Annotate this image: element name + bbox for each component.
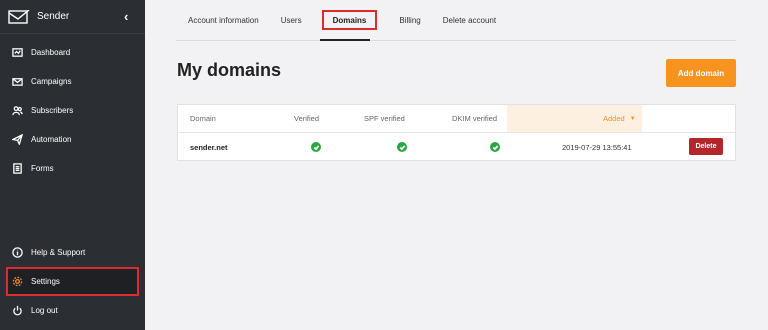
sort-desc-icon: ▼ [629,115,636,122]
page-title: My domains [177,60,282,80]
sidebar-item-label: Campaigns [31,77,72,86]
verified-cell [311,133,321,161]
sidebar-item-label: Dashboard [31,48,71,57]
table-header: Domain Verified SPF verified DKIM verifi… [178,105,735,133]
sidebar-item-help[interactable]: Help & Support [0,238,145,267]
table-row: sender.net 2019-07-29 13:55:41 Delete [178,133,735,161]
column-header-verified[interactable]: Verified [294,105,319,132]
info-icon [11,247,23,259]
domains-table: Domain Verified SPF verified DKIM verifi… [177,104,736,161]
sidebar-item-settings[interactable]: Settings [6,267,139,296]
sidebar-item-label: Log out [31,306,58,315]
sidebar-item-forms[interactable]: Forms [0,154,145,183]
tab-billing[interactable]: Billing [399,10,420,30]
tab-account-information[interactable]: Account information [188,10,259,30]
sidebar-item-label: Subscribers [31,106,74,115]
sidebar-item-label: Help & Support [31,248,86,257]
brand: Sender ‹ [0,0,145,34]
column-header-dkim[interactable]: DKIM verified [452,105,497,132]
dashboard-icon [11,47,23,59]
check-circle-icon [490,142,500,152]
sidebar-item-automation[interactable]: Automation [0,125,145,154]
delete-domain-button[interactable]: Delete [689,138,723,155]
form-icon [11,163,23,175]
check-circle-icon [397,142,407,152]
sidebar: Sender ‹ Dashboard Campaigns Subscribers [0,0,145,330]
active-tab-indicator [320,39,370,41]
add-domain-button[interactable]: Add domain [666,59,736,87]
tab-delete-account[interactable]: Delete account [443,10,496,30]
column-header-added-label: Added [603,114,625,123]
spf-cell [397,133,407,161]
sidebar-nav: Dashboard Campaigns Subscribers Automati… [0,38,145,183]
sidebar-item-label: Settings [31,277,60,286]
envelope-icon [11,76,23,88]
power-icon [11,305,23,317]
main-content: Account information Users Domains Billin… [145,0,768,330]
settings-tabs: Account information Users Domains Billin… [176,0,736,41]
paper-plane-icon [11,134,23,146]
column-header-added[interactable]: Added ▼ [603,105,636,132]
column-header-domain[interactable]: Domain [190,105,216,132]
brand-name: Sender [37,11,70,22]
dkim-cell [490,133,500,161]
sidebar-item-dashboard[interactable]: Dashboard [0,38,145,67]
domain-cell: sender.net [190,142,228,152]
sidebar-item-logout[interactable]: Log out [0,296,145,325]
sidebar-bottom-nav: Help & Support Settings Log out [0,238,145,325]
column-header-spf[interactable]: SPF verified [364,105,405,132]
gear-icon [11,276,23,288]
logo-icon [8,9,30,24]
sidebar-item-campaigns[interactable]: Campaigns [0,67,145,96]
sidebar-item-subscribers[interactable]: Subscribers [0,96,145,125]
added-cell: 2019-07-29 13:55:41 [562,142,632,152]
check-circle-icon [311,142,321,152]
chevron-left-icon[interactable]: ‹ [124,9,128,24]
tab-domains[interactable]: Domains [321,10,378,30]
tab-users[interactable]: Users [281,10,302,30]
users-icon [11,105,23,117]
sidebar-item-label: Automation [31,135,72,144]
sidebar-item-label: Forms [31,164,54,173]
